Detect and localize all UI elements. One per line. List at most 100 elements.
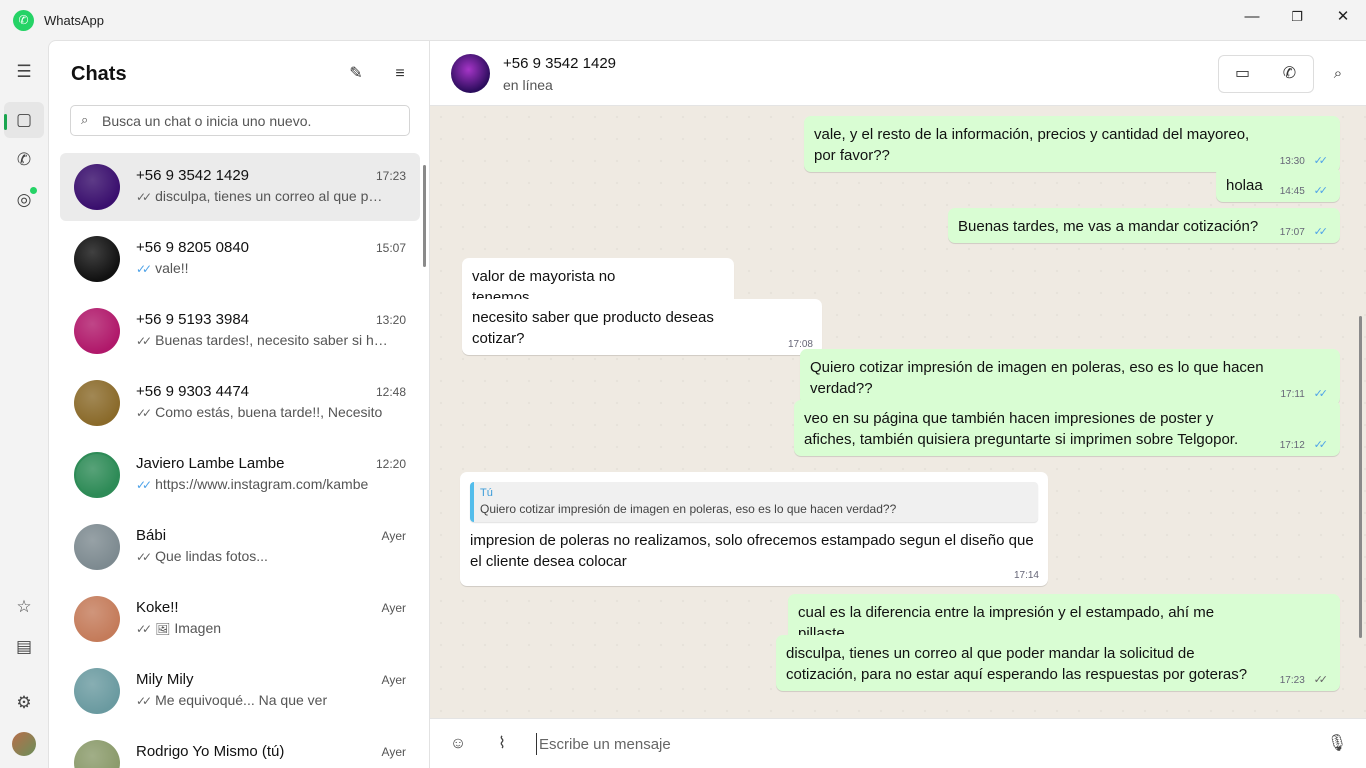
outgoing-message[interactable]: holaa 14:45 ✓✓ [1216,167,1340,202]
microphone-icon[interactable]: 🎙 [1324,731,1350,757]
video-call-icon[interactable]: ▭ [1219,56,1266,92]
minimize-button[interactable]: — [1229,0,1275,34]
message-meta: 17:11 ✓✓ [1280,387,1331,400]
new-chat-icon[interactable]: ✎ [343,61,369,87]
chat-avatar [74,668,120,714]
message-meta: 13:30 ✓✓ [1280,154,1331,167]
message-time: 17:07 [1279,227,1305,238]
calls-icon[interactable]: ✆ [4,142,44,178]
attach-icon[interactable]: ⌇ [489,731,515,757]
chat-list-item[interactable]: +56 9 8205 0840 15:07 ✓✓ vale!! [60,225,420,293]
chat-preview: ✓✓ Me equivoqué... Na que ver [136,692,388,708]
contact-name[interactable]: +56 9 3542 1429 [503,55,616,72]
chat-list-scrollbar[interactable] [423,165,426,267]
message-input[interactable] [536,733,1316,755]
chat-preview: ✓✓ 🖼 Imagen [136,620,388,636]
chat-avatar [74,524,120,570]
outgoing-message[interactable]: vale, y el resto de la información, prec… [804,116,1340,172]
incoming-message[interactable]: Tú Quiero cotizar impresión de imagen en … [460,472,1048,586]
chat-list-item[interactable]: Javiero Lambe Lambe 12:20 ✓✓ https://www.in… [60,441,420,509]
incoming-message[interactable]: necesito saber que producto deseas cotiz… [462,299,822,355]
chat-preview-text: Buenas tardes!, necesito saber si hacen [155,332,388,348]
conversation-header: +56 9 3542 1429 en línea ▭ ✆ ⌕ [430,41,1366,106]
outgoing-message[interactable]: Quiero cotizar impresión de imagen en po… [800,349,1340,405]
chat-preview: ✓✓ Que lindas fotos... [136,548,388,564]
delivery-ticks-icon: ✓✓ [136,334,152,348]
chat-preview: ✓✓ https://www.instagram.com/kambe [136,476,388,492]
chat-avatar [74,308,120,354]
message-text: Quiero cotizar impresión de imagen en po… [810,359,1264,397]
chat-name: +56 9 3542 1429 [136,167,250,184]
chat-list-item[interactable]: Koke!! Ayer ✓✓ 🖼 Imagen [60,585,420,653]
chat-list-item[interactable]: +56 9 5193 3984 13:20 ✓✓ Buenas tardes!, ne… [60,297,420,365]
filter-icon[interactable]: ≡ [387,61,413,87]
chat-preview-text: Imagen [174,620,222,636]
chat-time: 17:23 [375,169,406,183]
voice-call-icon[interactable]: ✆ [1266,56,1313,92]
message-time: 17:12 [1279,440,1305,451]
delivery-ticks-icon: ✓✓ [136,478,152,492]
chat-time: Ayer [381,601,406,615]
close-button[interactable]: ✕ [1320,0,1366,34]
settings-icon[interactable]: ⚙ [4,685,44,721]
chat-list-item[interactable]: +56 9 3542 1429 17:23 ✓✓ disculpa, tienes u… [60,153,420,221]
active-indicator [4,114,7,130]
call-buttons-group: ▭ ✆ [1218,55,1314,93]
contact-status: en línea [503,77,553,93]
menu-icon[interactable]: ☰ [4,54,44,90]
chat-list-item[interactable]: Rodrigo Yo Mismo (tú) Ayer [60,729,420,768]
chat-name: +56 9 8205 0840 [136,239,250,256]
chat-preview: ✓✓ vale!! [136,260,388,276]
status-icon[interactable]: ◎ [4,182,44,218]
chats-icon[interactable]: ▢ [4,102,44,138]
outgoing-message[interactable]: Buenas tardes, me vas a mandar cotizació… [948,208,1340,243]
delivery-ticks-icon: ✓✓ [136,406,152,420]
search-in-chat-icon[interactable]: ⌕ [1325,61,1351,87]
message-time: 17:11 [1280,389,1305,400]
conversation-scrollbar[interactable] [1359,316,1362,638]
message-text: vale, y el resto de la información, prec… [814,126,1250,164]
chat-name: Rodrigo Yo Mismo (tú) [136,743,285,760]
chat-name: Koke!! [136,599,179,616]
delivery-ticks-icon: ✓✓ [136,550,152,564]
image-icon: 🖼 [155,622,171,636]
search-input[interactable] [102,111,402,131]
message-composer: ☺ ⌇ 🎙 [430,718,1366,768]
delivery-ticks-icon: ✓✓ [1313,388,1329,400]
message-text: disculpa, tienes un correo al que poder … [786,645,1248,683]
chat-name: +56 9 9303 4474 [136,383,250,400]
chat-avatar [74,596,120,642]
message-meta: 17:07 ✓✓ [1280,225,1331,238]
chat-list-item[interactable]: Bábi Ayer ✓✓ Que lindas fotos... [60,513,420,581]
chat-time: 13:20 [375,313,406,327]
chat-time: 12:48 [375,385,406,399]
chat-preview-text: Me equivoqué... Na que ver [155,692,328,708]
maximize-button[interactable]: ❐ [1274,0,1320,34]
outgoing-message[interactable]: veo en su página que también hacen impre… [794,400,1340,456]
outgoing-message[interactable]: disculpa, tienes un correo al que poder … [776,635,1340,691]
title-bar: ✆ WhatsApp — ❐ ✕ [0,0,1366,40]
emoji-icon[interactable]: ☺ [445,731,471,757]
chat-time: Ayer [381,673,406,687]
chat-list-item[interactable]: Mily Mily Ayer ✓✓ Me equivoqué... Na que ve… [60,657,420,725]
contact-avatar[interactable] [451,54,490,93]
profile-avatar[interactable] [12,732,36,756]
search-box[interactable]: ⌕ [70,105,410,136]
chat-preview: ✓✓ Como estás, buena tarde!!, Necesito [136,404,388,420]
quoted-message[interactable]: Tú Quiero cotizar impresión de imagen en … [470,482,1038,522]
quoted-text: Quiero cotizar impresión de imagen en po… [480,502,897,516]
window-title: WhatsApp [44,13,104,28]
message-meta: 17:23 ✓✓ [1280,673,1331,686]
chat-name: Javiero Lambe Lambe [136,455,285,472]
message-text: necesito saber que producto deseas cotiz… [472,309,714,347]
delivery-ticks-icon: ✓✓ [1313,674,1329,686]
archived-chats-icon[interactable]: ▤ [4,629,44,665]
message-meta: 14:45 ✓✓ [1280,184,1331,197]
starred-messages-icon[interactable]: ☆ [4,589,44,625]
chat-preview: ✓✓disculpa, tienes un correo al que pode… [136,188,388,204]
chat-avatar [74,164,120,210]
chat-time: Ayer [381,529,406,543]
chat-list-item[interactable]: +56 9 9303 4474 12:48 ✓✓ Como estás, buena … [60,369,420,437]
chat-name: Mily Mily [136,671,194,688]
chat-avatar [74,380,120,426]
